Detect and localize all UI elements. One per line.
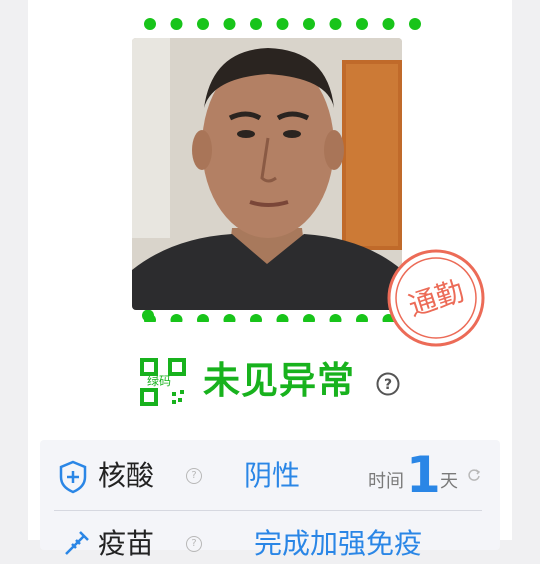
nucleic-acid-result: 阴性 [244,459,301,492]
frame-dot [329,18,342,30]
time-label: 时间 [368,471,404,492]
status-row: 绿码 未见异常 ? [28,356,512,410]
nucleic-acid-label: 核酸 [98,459,155,492]
vaccine-syringe-icon [65,531,89,555]
frame-dot [170,314,183,322]
frame-dot [197,18,209,30]
frame-dot [170,18,183,30]
frame-dot [409,18,421,30]
vaccine-label: 疫苗 [98,527,155,560]
frame-dot [223,314,236,322]
vaccine-help-icon[interactable]: ? [186,536,202,552]
shield-plus-icon [59,460,87,494]
green-code-label: 绿码 [147,374,172,388]
frame-dot [197,314,209,322]
time-unit: 天 [440,471,458,492]
frame-dot [382,18,395,30]
user-photo [132,38,402,310]
status-text: 未见异常 [203,359,355,402]
frame-dot [142,309,154,322]
acid-help-icon[interactable]: ? [186,468,202,484]
status-help-icon[interactable]: ? [376,372,400,396]
frame-dot [223,18,236,30]
frame-dot [356,18,368,30]
frame-dot [329,314,342,322]
frame-dot [250,18,262,30]
health-code-card: 通勤 绿码 未见异常 ? 核酸 ? 阴性 时间 1 天 疫苗 ? 完成加强免疫 [28,0,512,560]
info-panel: 核酸 ? 阴性 时间 1 天 疫苗 ? 完成加强免疫 [40,440,500,560]
photo-frame [120,12,430,322]
svg-text:?: ? [384,377,392,393]
frame-dot [276,314,289,322]
commute-stamp: 通勤 [387,249,485,347]
divider [54,510,482,511]
frame-dot [303,314,315,322]
frame-dot [276,18,289,30]
frame-dot [303,18,315,30]
frame-dot [144,18,156,30]
time-value: 1 [406,446,441,504]
frame-dot [250,314,262,322]
frame-dot [356,314,368,322]
vaccine-result: 完成加强免疫 [254,527,423,560]
refresh-icon[interactable] [467,468,481,482]
